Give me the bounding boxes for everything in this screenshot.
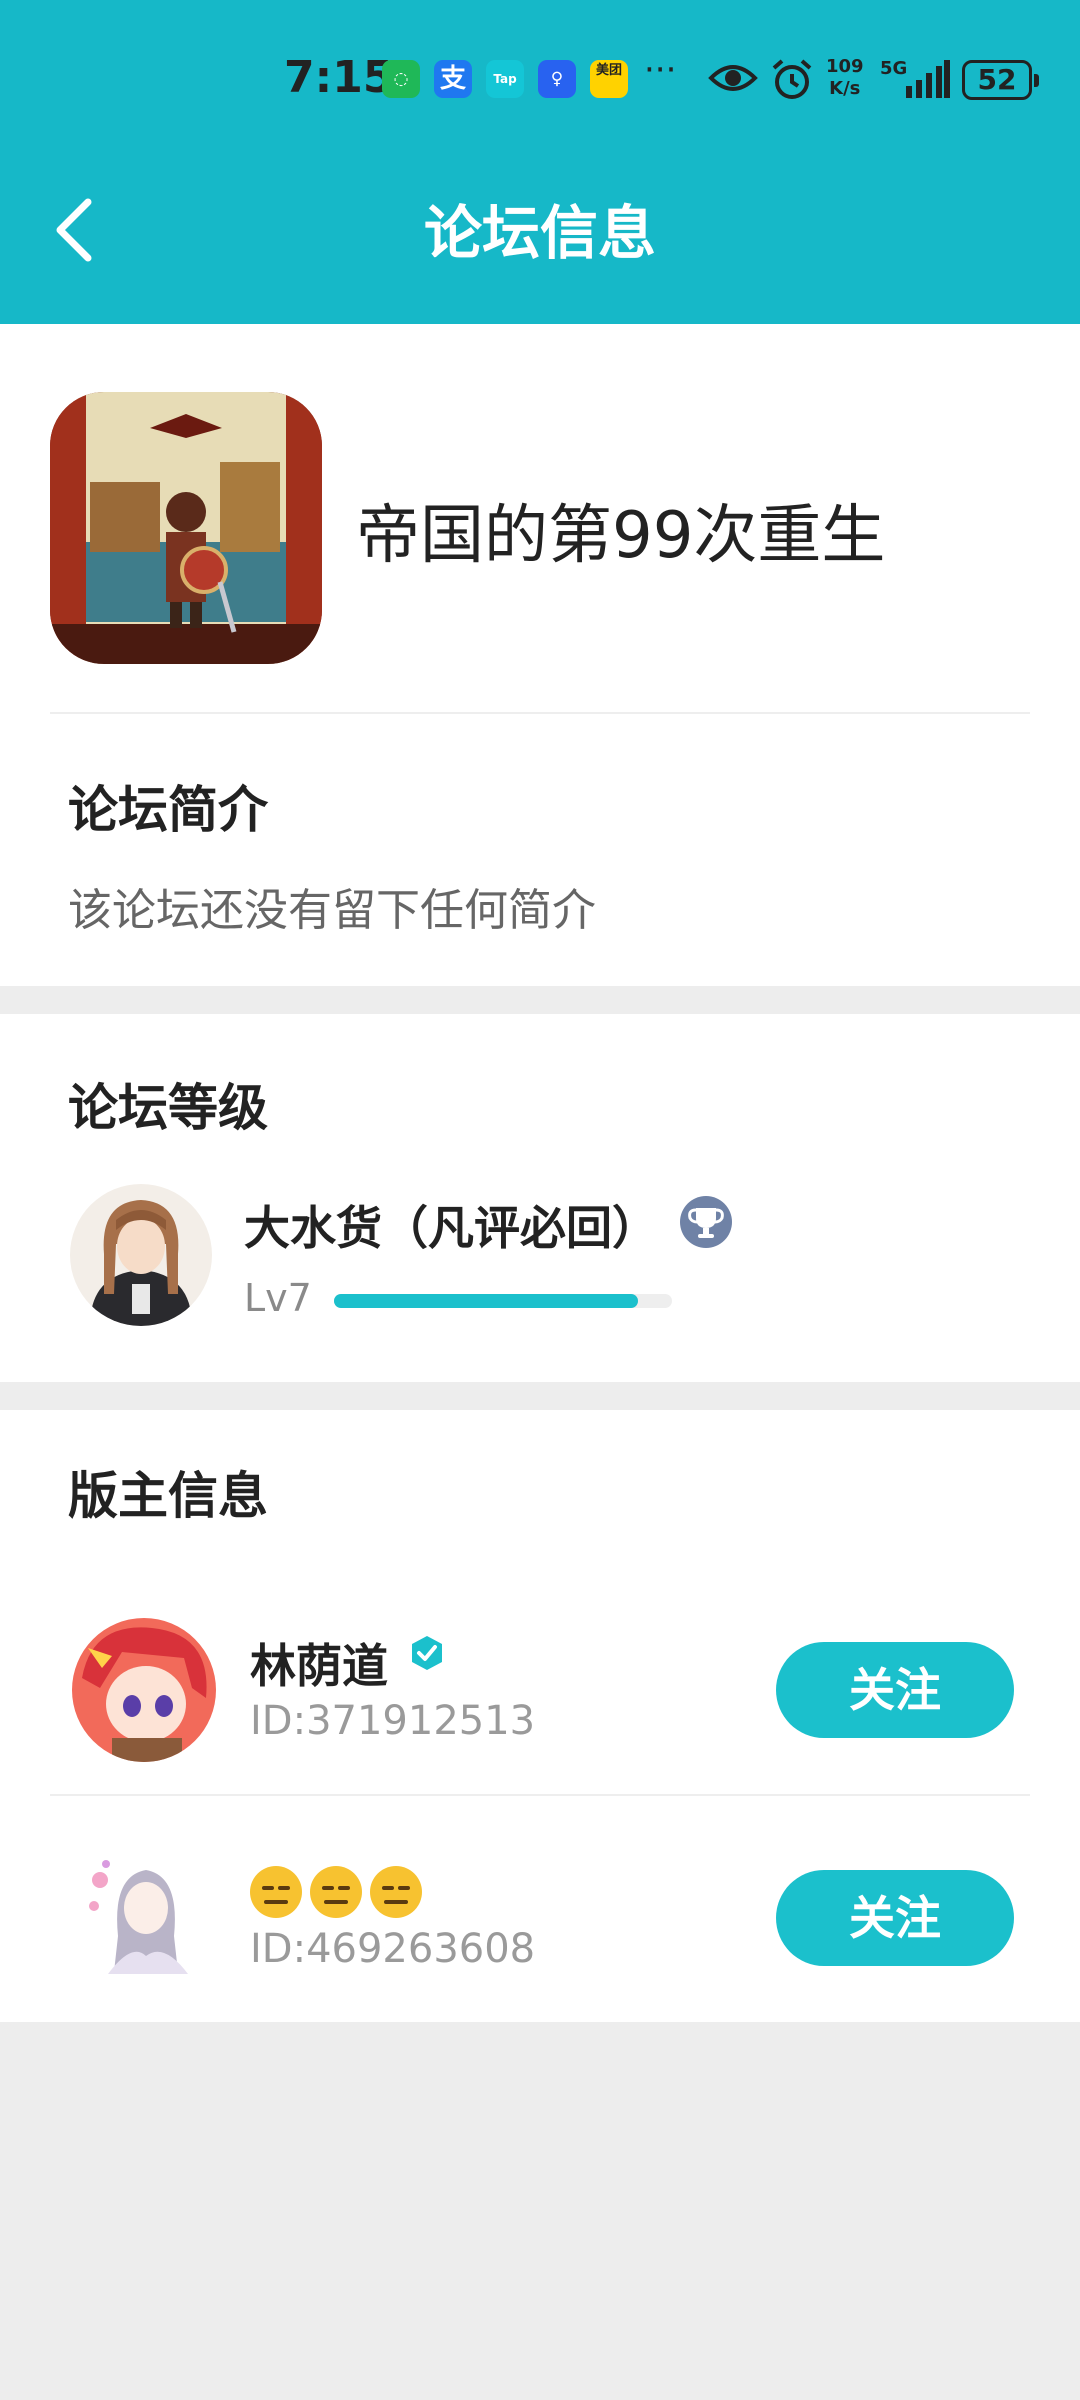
avatar[interactable] xyxy=(72,1846,216,1990)
expressionless-emoji-icon xyxy=(370,1866,422,1918)
divider xyxy=(50,712,1030,714)
moderator-heading: 版主信息 xyxy=(68,1467,268,1525)
level-user-name: 大水货（凡评必回） xyxy=(244,1201,658,1255)
moderator-card: 版主信息 林荫道 ID:371912513 关注 ID:469263608 关注 xyxy=(0,1410,1080,2022)
status-bar: 7:15 ◌ 支 Tap ♀ 美团 ··· 109 K/s 5G 52 xyxy=(0,0,1080,160)
more-notifications-icon: ··· xyxy=(644,50,677,90)
level-label: Lv7 xyxy=(244,1276,312,1320)
moderator-name: 林荫道 xyxy=(250,1639,388,1693)
signal-icon xyxy=(906,60,950,98)
intro-text: 该论坛还没有留下任何简介 xyxy=(68,885,596,936)
avatar[interactable] xyxy=(72,1618,216,1762)
trophy-badge[interactable] xyxy=(680,1196,732,1248)
forum-name: 帝国的第99次重生 xyxy=(356,499,886,573)
bulb-app-icon: ♀ xyxy=(538,60,576,98)
moderator-name-emoji: 😑😑😑 xyxy=(250,1866,430,1922)
intro-heading: 论坛简介 xyxy=(68,781,268,839)
meituan-icon: 美团 xyxy=(590,60,628,98)
taptap-icon: Tap xyxy=(486,60,524,98)
forum-icon xyxy=(50,392,322,664)
level-progress-bar xyxy=(334,1294,672,1308)
moderator-id: ID:371912513 xyxy=(250,1698,536,1744)
alarm-clock-icon xyxy=(772,59,812,99)
forum-level-card: 论坛等级 大水货（凡评必回） Lv7 xyxy=(0,1014,1080,1382)
moderator-id: ID:469263608 xyxy=(250,1926,536,1972)
forum-info-card: 帝国的第99次重生 论坛简介 该论坛还没有留下任何简介 xyxy=(0,324,1080,986)
expressionless-emoji-icon xyxy=(250,1866,302,1918)
divider xyxy=(50,1794,1030,1796)
top-app-bar: 7:15 ◌ 支 Tap ♀ 美团 ··· 109 K/s 5G 52 论坛信息 xyxy=(0,0,1080,324)
eye-icon xyxy=(708,65,758,91)
network-type: 5G xyxy=(880,58,908,79)
level-heading: 论坛等级 xyxy=(68,1079,268,1137)
trophy-icon xyxy=(688,1208,724,1238)
verified-icon xyxy=(412,1636,442,1670)
follow-button[interactable]: 关注 xyxy=(776,1870,1014,1966)
alipay-icon: 支 xyxy=(434,60,472,98)
net-speed-value: 109 xyxy=(826,56,864,77)
level-progress-fill xyxy=(334,1294,639,1308)
wechat-icon: ◌ xyxy=(382,60,420,98)
net-speed-unit: K/s xyxy=(829,78,861,99)
battery-icon: 52 xyxy=(962,60,1039,100)
follow-button[interactable]: 关注 xyxy=(776,1642,1014,1738)
page-title: 论坛信息 xyxy=(423,199,656,267)
avatar[interactable] xyxy=(70,1184,212,1326)
expressionless-emoji-icon xyxy=(310,1866,362,1918)
net-speed: 109 K/s xyxy=(826,56,864,100)
status-time: 7:15 xyxy=(284,52,394,103)
